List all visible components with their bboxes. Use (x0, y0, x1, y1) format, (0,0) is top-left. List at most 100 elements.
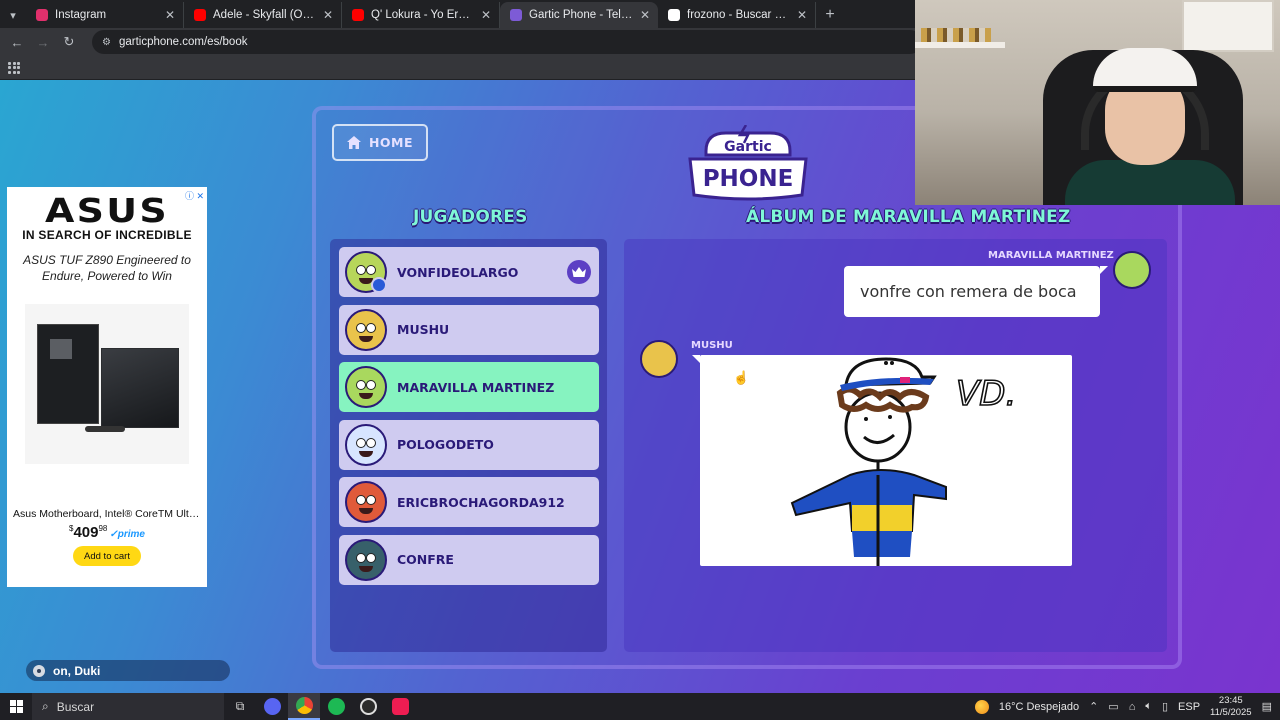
player-avatar (345, 308, 387, 351)
players-title: JUGADORES (413, 207, 528, 227)
player-name: ERICBROCHAGORDA912 (397, 494, 565, 510)
ad-price: $40998✓prime (7, 524, 207, 541)
browser-tab[interactable]: Instagram ✕ (26, 2, 184, 28)
taskbar-search[interactable]: ⌕ Buscar (32, 693, 224, 720)
drawing-author: MUSHU (691, 340, 733, 351)
network-icon[interactable]: ⌂ (1129, 701, 1136, 713)
back-arrow-icon[interactable]: ← (6, 31, 28, 53)
tab-title: Q' Lokura - Yo Era (Video Clip C (371, 9, 474, 21)
album-text-bubble: vonfre con remera de boca (844, 266, 1108, 317)
tab-title: frozono - Buscar con Google (687, 9, 790, 21)
player-name: VONFIDEOLARGO (397, 264, 519, 280)
album-entry-author: MARAVILLA MARTINEZ (988, 250, 1114, 261)
gartic-phone-logo: Gartic PHONE (688, 125, 808, 201)
add-to-cart-button[interactable]: Add to cart (73, 546, 141, 566)
taskbar-search-placeholder: Buscar (56, 699, 95, 714)
tab-close-icon[interactable]: ✕ (797, 8, 807, 22)
tab-favicon-icon (510, 9, 522, 21)
player-avatar (345, 538, 387, 581)
weather-sun-icon (974, 699, 989, 714)
user-badge-icon (371, 277, 387, 293)
discord-icon[interactable] (256, 693, 288, 720)
address-bar[interactable]: ⚙ garticphone.com/es/book (92, 30, 922, 54)
album-phrase: vonfre con remera de boca (860, 282, 1077, 301)
clock-date: 11/5/2025 (1210, 706, 1252, 718)
player-avatar (345, 481, 387, 523)
player-row[interactable]: MARAVILLA MARTINEZ (339, 362, 599, 412)
ad-brand-logo: ASUS (44, 191, 170, 230)
tab-favicon-icon (352, 9, 364, 21)
logo-top-text: Gartic (724, 139, 772, 155)
player-avatar (345, 251, 387, 293)
tray-chevron-icon[interactable]: ⌃ (1089, 700, 1098, 713)
battery-icon[interactable]: ▯ (1162, 700, 1168, 713)
search-icon: ⌕ (42, 699, 49, 713)
crown-icon (567, 260, 591, 284)
now-playing-text: on, Duki (53, 663, 101, 678)
now-playing-bar[interactable]: on, Duki (26, 660, 230, 681)
site-info-icon[interactable]: ⚙ (102, 37, 111, 48)
player-avatar (345, 366, 387, 408)
obs-icon[interactable] (352, 693, 384, 720)
vinyl-icon (33, 664, 45, 677)
album-drawing: VD. (692, 355, 1072, 566)
tab-close-icon[interactable]: ✕ (640, 8, 650, 22)
webcam-overlay (915, 0, 1280, 205)
drawing-canvas: VD. (790, 357, 1017, 566)
player-row[interactable]: ERICBROCHAGORDA912 (339, 477, 599, 527)
ad-tagline: IN SEARCH OF INCREDIBLE (22, 228, 192, 242)
ad-copy: ASUS TUF Z890 Engineered to Endure, Powe… (23, 253, 191, 283)
reload-icon[interactable]: ↻ (58, 31, 80, 53)
tab-favicon-icon (668, 9, 680, 21)
language-indicator[interactable]: ESP (1178, 701, 1200, 713)
advertisement[interactable]: ⓘ ✕ ASUS IN SEARCH OF INCREDIBLE ASUS TU… (7, 187, 207, 587)
player-avatar (345, 423, 387, 466)
browser-tab[interactable]: Q' Lokura - Yo Era (Video Clip C ✕ (342, 2, 500, 28)
notifications-icon[interactable]: ▤ (1262, 700, 1272, 713)
ad-product-name[interactable]: Asus Motherboard, Intel® CoreTM Ultra... (7, 508, 207, 520)
player-name: POLOGODETO (397, 437, 494, 452)
ad-price-cents: 98 (98, 524, 108, 533)
tab-search-chevron-icon[interactable]: ▾ (0, 2, 26, 28)
player-row[interactable]: CONFRE (339, 534, 599, 585)
tab-close-icon[interactable]: ✕ (481, 8, 491, 22)
app-tray-icon[interactable]: ▭ (1108, 700, 1118, 713)
clock[interactable]: 23:45 11/5/2025 (1210, 695, 1252, 719)
tab-title: Instagram (55, 9, 107, 21)
player-row[interactable]: MUSHU (339, 304, 599, 355)
tab-close-icon[interactable]: ✕ (323, 8, 333, 22)
ad-product-image[interactable] (25, 304, 189, 464)
apps-grid-icon[interactable] (8, 61, 20, 74)
tab-title: Adele - Skyfall (Official Lyric Vid (213, 9, 316, 21)
task-view-icon[interactable]: ⧉ (224, 693, 256, 720)
player-name: MARAVILLA MARTINEZ (397, 379, 555, 395)
players-panel: VONFIDEOLARGO MUSHU MARAVILLA MARTINEZ POLO… (330, 239, 607, 652)
windows-start-icon[interactable] (0, 693, 32, 720)
browser-tab[interactable]: Adele - Skyfall (Official Lyric Vid ✕ (184, 2, 342, 28)
player-row[interactable]: VONFIDEOLARGO (339, 247, 599, 297)
player-row[interactable]: POLOGODETO (339, 419, 599, 470)
spotify-icon[interactable] (320, 693, 352, 720)
drawing-handwritten-text: VD. (956, 374, 1016, 414)
drawing-author-avatar (640, 340, 678, 378)
tab-title: Gartic Phone - Teléfono Descon (529, 9, 633, 21)
chrome-icon[interactable] (288, 693, 320, 720)
weather-text[interactable]: 16°C Despejado (999, 701, 1079, 713)
ad-price-whole: 409 (73, 524, 99, 541)
home-icon (346, 136, 361, 149)
hand-cursor-icon: ☝ (733, 370, 750, 385)
tiktok-icon[interactable] (384, 693, 416, 720)
browser-tab[interactable]: Gartic Phone - Teléfono Descon ✕ (500, 2, 658, 28)
tab-favicon-icon (194, 9, 206, 21)
tab-close-icon[interactable]: ✕ (165, 8, 175, 22)
volume-icon[interactable]: 🔈︎ (1145, 700, 1152, 713)
new-tab-button[interactable]: + (816, 2, 844, 28)
logo-bottom-text: PHONE (703, 166, 794, 192)
home-button[interactable]: HOME (332, 124, 428, 161)
forward-arrow-icon[interactable]: → (32, 31, 54, 53)
clock-time: 23:45 (1218, 694, 1243, 706)
author-avatar (1113, 251, 1151, 289)
tab-favicon-icon (36, 9, 48, 21)
player-name: CONFRE (397, 552, 454, 567)
browser-tab[interactable]: frozono - Buscar con Google ✕ (658, 2, 816, 28)
